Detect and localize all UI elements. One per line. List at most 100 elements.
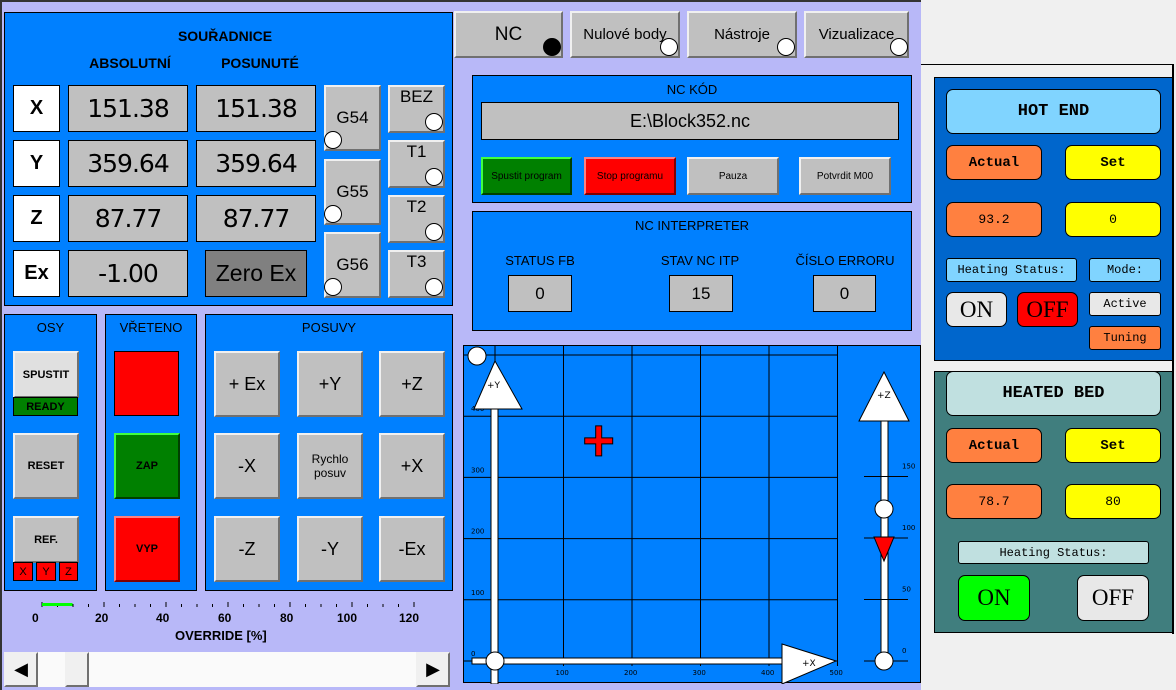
axes-start-button[interactable]: SPUSTIT xyxy=(13,351,79,398)
x-axis-rail xyxy=(471,657,793,665)
z-tick-label: 50 xyxy=(902,586,911,594)
hot-end-on-button[interactable]: ON xyxy=(946,292,1007,327)
mode-tuning-button[interactable]: Tuning xyxy=(1089,326,1161,350)
heated-bed-title: HEATED BED xyxy=(946,371,1161,416)
tool-t1-label: T1 xyxy=(406,142,427,161)
override-scrollbar[interactable]: ◀ ▶ xyxy=(4,652,450,687)
scroll-right-arrow-icon[interactable]: ▶ xyxy=(416,652,450,687)
override-level-bar xyxy=(42,603,73,606)
heated-bed-actual-value: 78.7 xyxy=(946,484,1042,519)
tab-tools-label: Nástroje xyxy=(714,26,770,43)
abs-ex-value: -1.00 xyxy=(68,250,188,297)
jog-minus-y-button[interactable]: -Y xyxy=(297,516,363,582)
heated-bed-on-button[interactable]: ON xyxy=(958,575,1030,621)
override-label: OVERRIDE [%] xyxy=(175,628,267,643)
hot-end-heating-status-label: Heating Status: xyxy=(946,258,1077,282)
axis-label-x: X xyxy=(13,85,60,132)
position-visualization: 1002003004005000100200300400+Y+X05010015… xyxy=(464,346,915,685)
status-fb-label: STATUS FB xyxy=(505,253,575,268)
nc-code-title: NC KÓD xyxy=(666,82,718,97)
tool-t2-indicator xyxy=(425,223,443,241)
jog-plus-x-button[interactable]: +X xyxy=(379,433,445,499)
heated-bed-actual-label: Actual xyxy=(946,428,1042,463)
override-tick-80: 80 xyxy=(280,611,294,625)
machine-zero-icon xyxy=(485,651,505,671)
abs-x-value: 151.38 xyxy=(68,85,188,132)
absolute-header: ABSOLUTNÍ xyxy=(89,55,171,71)
offset-header: POSUNUTÉ xyxy=(221,55,299,71)
pause-button[interactable]: Pauza xyxy=(687,157,779,195)
z-reference-point-icon xyxy=(874,499,894,519)
heated-bed-off-button[interactable]: OFF xyxy=(1077,575,1149,621)
hot-end-set-input[interactable]: 0 xyxy=(1065,202,1161,237)
override-tick-120: 120 xyxy=(399,611,420,625)
status-fb-value: 0 xyxy=(508,275,572,312)
stop-program-button[interactable]: Stop programu xyxy=(584,157,676,195)
reset-button[interactable]: RESET xyxy=(13,433,79,499)
error-number-label: ČÍSLO ERRORU xyxy=(795,253,895,268)
rapid-traverse-button[interactable]: Rychlo posuv xyxy=(297,433,363,499)
nc-file-field[interactable]: E:\Block352.nc xyxy=(481,102,899,140)
x-tick-label: 400 xyxy=(761,669,774,677)
abs-z-value: 87.77 xyxy=(68,195,188,242)
stav-nc-itp-label: STAV NC ITP xyxy=(660,253,740,268)
y-axis-rail xyxy=(490,385,499,685)
scroll-left-arrow-icon[interactable]: ◀ xyxy=(4,652,38,687)
x-axis-label: +X xyxy=(802,659,816,669)
ref-z-indicator: Z xyxy=(59,562,78,581)
y-tick-label: 300 xyxy=(471,466,484,474)
tool-bez-label: BEZ xyxy=(399,87,434,106)
override-tick-60: 60 xyxy=(218,611,232,625)
override-scale[interactable]: 0 20 40 60 80 100 120 OVERRIDE [%] xyxy=(32,598,425,643)
jog-minus-z-button[interactable]: -Z xyxy=(214,516,280,582)
error-number-value: 0 xyxy=(813,275,876,312)
override-tick-0: 0 xyxy=(32,611,39,625)
x-tick-label: 200 xyxy=(624,669,637,677)
reference-point-icon xyxy=(467,346,487,366)
g56-label: G56 xyxy=(336,255,369,274)
y-tick-label: 0 xyxy=(471,650,475,658)
start-program-button[interactable]: Spustit program xyxy=(481,157,572,195)
heated-bed-heating-status-label: Heating Status: xyxy=(958,541,1149,564)
axis-label-y: Y xyxy=(13,140,60,187)
jog-plus-z-button[interactable]: +Z xyxy=(379,351,445,417)
jog-plus-y-button[interactable]: +Y xyxy=(297,351,363,417)
ready-status: READY xyxy=(13,397,78,416)
override-tick-40: 40 xyxy=(156,611,170,625)
y-axis-label: +Y xyxy=(487,381,501,391)
mode-active-button[interactable]: Active xyxy=(1089,292,1161,316)
y-tick-label: 100 xyxy=(471,589,484,597)
x-tick-label: 300 xyxy=(693,669,706,677)
ref-y-indicator: Y xyxy=(36,562,56,581)
pos-x-value: 151.38 xyxy=(196,85,316,132)
tool-t2-label: T2 xyxy=(406,197,427,216)
jog-minus-ex-button[interactable]: -Ex xyxy=(379,516,445,582)
jog-title: POSUVY xyxy=(301,320,357,335)
confirm-m00-button[interactable]: Potvrdit M00 xyxy=(799,157,891,195)
g55-indicator xyxy=(324,205,342,223)
hot-end-set-label: Set xyxy=(1065,145,1161,180)
reference-button[interactable]: REF. xyxy=(13,516,79,563)
pos-y-value: 359.64 xyxy=(196,140,316,187)
g54-label: G54 xyxy=(336,108,369,127)
heated-bed-set-label: Set xyxy=(1065,428,1161,463)
z-position-marker xyxy=(873,536,895,563)
tab-zero-points-indicator xyxy=(660,38,678,56)
coordinates-title: SOUŘADNICE xyxy=(177,28,273,44)
interpreter-title: NC INTERPRETER xyxy=(634,218,750,233)
tool-bez-indicator xyxy=(425,113,443,131)
tool-t3-label: T3 xyxy=(406,252,427,271)
jog-plus-ex-button[interactable]: + Ex xyxy=(214,351,280,417)
tab-visualization-label: Vizualizace xyxy=(818,26,895,43)
z-tick-label: 0 xyxy=(902,647,906,655)
hot-end-off-button[interactable]: OFF xyxy=(1017,292,1078,327)
jog-minus-x-button[interactable]: -X xyxy=(214,433,280,499)
x-tick-label: 100 xyxy=(556,669,569,677)
y-tick-label: 200 xyxy=(471,528,484,536)
zero-ex-button[interactable]: Zero Ex xyxy=(205,250,307,297)
hot-end-actual-value: 93.2 xyxy=(946,202,1042,237)
scroll-thumb[interactable] xyxy=(65,652,89,687)
heated-bed-set-input[interactable]: 80 xyxy=(1065,484,1161,519)
spindle-on-button[interactable]: ZAP xyxy=(114,433,180,499)
spindle-off-button[interactable]: VYP xyxy=(114,516,180,582)
